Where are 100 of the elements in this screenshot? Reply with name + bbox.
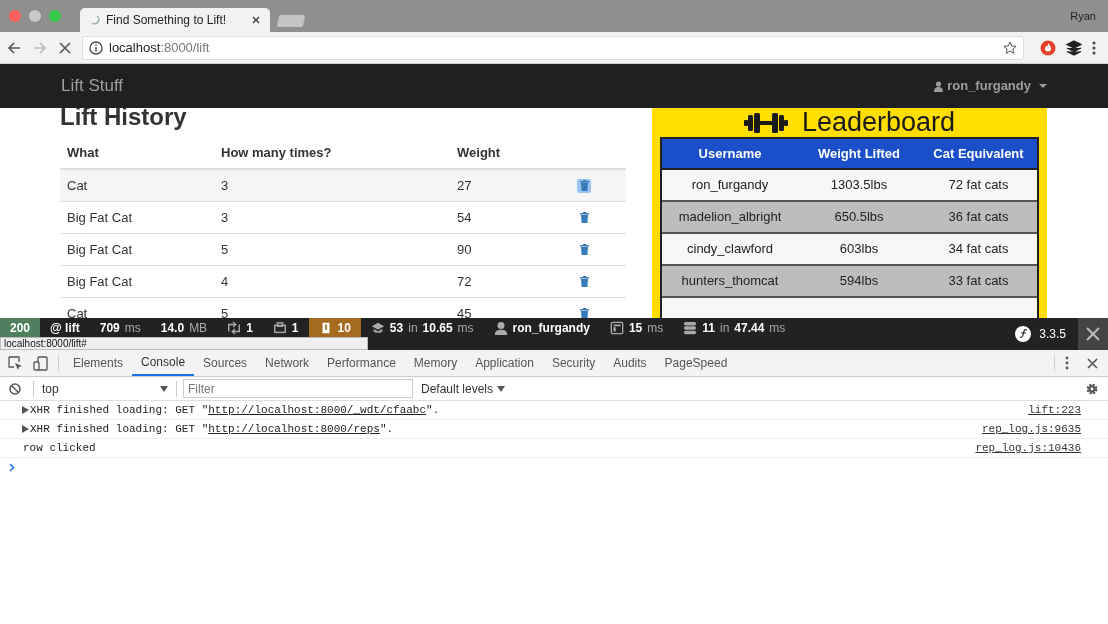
devtools-tab[interactable]: Console [132,350,195,376]
printer-icon [272,321,287,335]
layout-icon [609,321,624,335]
table-cell-text: madelion_albright [677,208,783,227]
symfony-logo-icon [1015,326,1032,342]
user-menu[interactable]: ron_furgandy [934,76,1047,96]
table-cell-text: hunters_thomcat [680,272,780,291]
devtools-tab[interactable]: Performance [318,350,405,376]
table-cell-text: Big Fat Cat [66,272,134,291]
table-cell-text: 1303.5lbs [829,176,889,195]
tab-title: Find Something to Lift! [106,12,228,29]
toolbar-item[interactable]: 15 ms [599,318,674,350]
table-cell-text: 594lbs [838,272,880,291]
profile-name[interactable]: Ryan [1070,7,1096,25]
flame-extension-icon[interactable] [1040,39,1056,56]
context-select[interactable]: top [40,379,170,398]
settings-icon[interactable] [1085,381,1099,396]
prompt-icon [9,463,15,472]
source-link[interactable]: lift:223 [1028,401,1081,419]
table-cell-text: Big Fat Cat [66,208,134,227]
devtools-tab[interactable]: Memory [404,350,467,376]
close-tab-icon[interactable] [252,16,260,24]
bookmark-star-icon[interactable] [1003,40,1017,55]
toolbar-item[interactable]: ron_furgandy [483,318,600,350]
expand-arrow-icon[interactable] [22,425,29,433]
devtools-tab[interactable]: Network [256,350,319,376]
console-message: XHR finished loading: GET "http://localhost:8000/_wdt/cfaabc". [30,402,441,418]
delete-button[interactable] [577,306,591,318]
column-header: What [66,144,100,163]
table-cell-text: 5 [220,240,230,259]
symfony-version[interactable]: 3.3.5 [1015,318,1078,350]
trash-icon [579,212,589,223]
inspect-icon[interactable] [8,355,23,371]
delete-button[interactable] [577,178,591,193]
column-header: Weight [456,144,502,163]
table-cell-text: 36 fat cats [947,208,1010,227]
stop-icon[interactable] [58,40,72,55]
source-link[interactable]: rep_log.js:9635 [981,420,1081,438]
user-icon [934,80,944,92]
devtools-tab[interactable]: Audits [604,350,656,376]
brand-link[interactable]: Lift Stuff [61,73,124,99]
address-field[interactable]: localhost:8000/lift [82,35,1024,60]
delete-button[interactable] [577,242,591,257]
page-heading: Lift History [60,108,188,130]
browser-tab[interactable]: Find Something to Lift! [80,8,270,32]
arrows-icon [227,321,242,335]
devtools-tab[interactable]: PageSpeed [655,350,737,376]
trash-icon [579,276,589,287]
console-message: row clicked [23,440,97,456]
toolbar-item[interactable]: 11 in 47.44 ms [673,318,796,350]
close-icon[interactable] [1087,357,1098,369]
caret-icon [497,385,506,392]
caret-icon [1039,83,1047,89]
message-link[interactable]: http://localhost:8000/_wdt/cfaabc [208,403,427,416]
devtools-tab[interactable]: Security [542,350,605,376]
column-header: Username [697,144,763,163]
filter-field[interactable]: Filter [183,379,413,398]
source-link[interactable]: rep_log.js:10436 [975,439,1081,457]
column-header: Cat Equivalent [932,144,1025,163]
table-cell-text: ron_furgandy [690,176,770,195]
trash-icon [579,244,589,255]
levels-select[interactable]: Default levels [421,379,506,398]
table-cell-text: 27 [456,176,473,195]
devtools-tab[interactable]: Elements [64,350,133,376]
table-cell-text: 5 [220,304,230,318]
info-icon [89,40,103,55]
more-menu-icon[interactable] [1092,40,1096,55]
expand-arrow-icon[interactable] [22,406,29,414]
caret-icon [160,385,168,392]
devtools-tab[interactable]: Sources [194,350,257,376]
table-cell-text: Cat [66,176,89,195]
database-icon [683,321,698,335]
stack-icon [370,321,385,335]
table-cell-text: 603lbs [838,240,880,259]
back-icon[interactable] [6,39,22,56]
table-cell-text: 54 [456,208,473,227]
table-cell-text: Big Fat Cat [66,240,134,259]
layers-extension-icon[interactable] [1066,39,1082,56]
table-cell-text: cindy_clawford [686,240,774,259]
delete-button[interactable] [577,274,591,289]
more-menu-icon[interactable] [1065,356,1069,370]
delete-button[interactable] [577,210,591,225]
url-text: localhost:8000/lift [109,38,211,57]
table-cell-text: 4 [220,272,230,291]
table-cell-text: 45 [456,304,473,318]
close-toolbar-button[interactable] [1078,318,1108,350]
device-toolbar-icon[interactable] [33,355,48,371]
devtools-tab[interactable]: Application [466,350,543,376]
table-cell-text: 33 fat cats [947,272,1010,291]
table-cell-text: 650.5lbs [833,208,885,227]
table-cell-text: 3 [220,208,230,227]
close-icon [1086,327,1100,341]
clear-console-icon[interactable] [9,382,21,395]
trash-icon [579,308,589,318]
message-link[interactable]: http://localhost:8000/reps [208,422,380,435]
table-cell-text: 72 fat cats [947,176,1010,195]
table-row[interactable]: Cat 3 27 [60,170,626,202]
table-cell-text: Cat [66,304,89,318]
table-cell-text: 72 [456,272,473,291]
user-icon [493,321,508,335]
